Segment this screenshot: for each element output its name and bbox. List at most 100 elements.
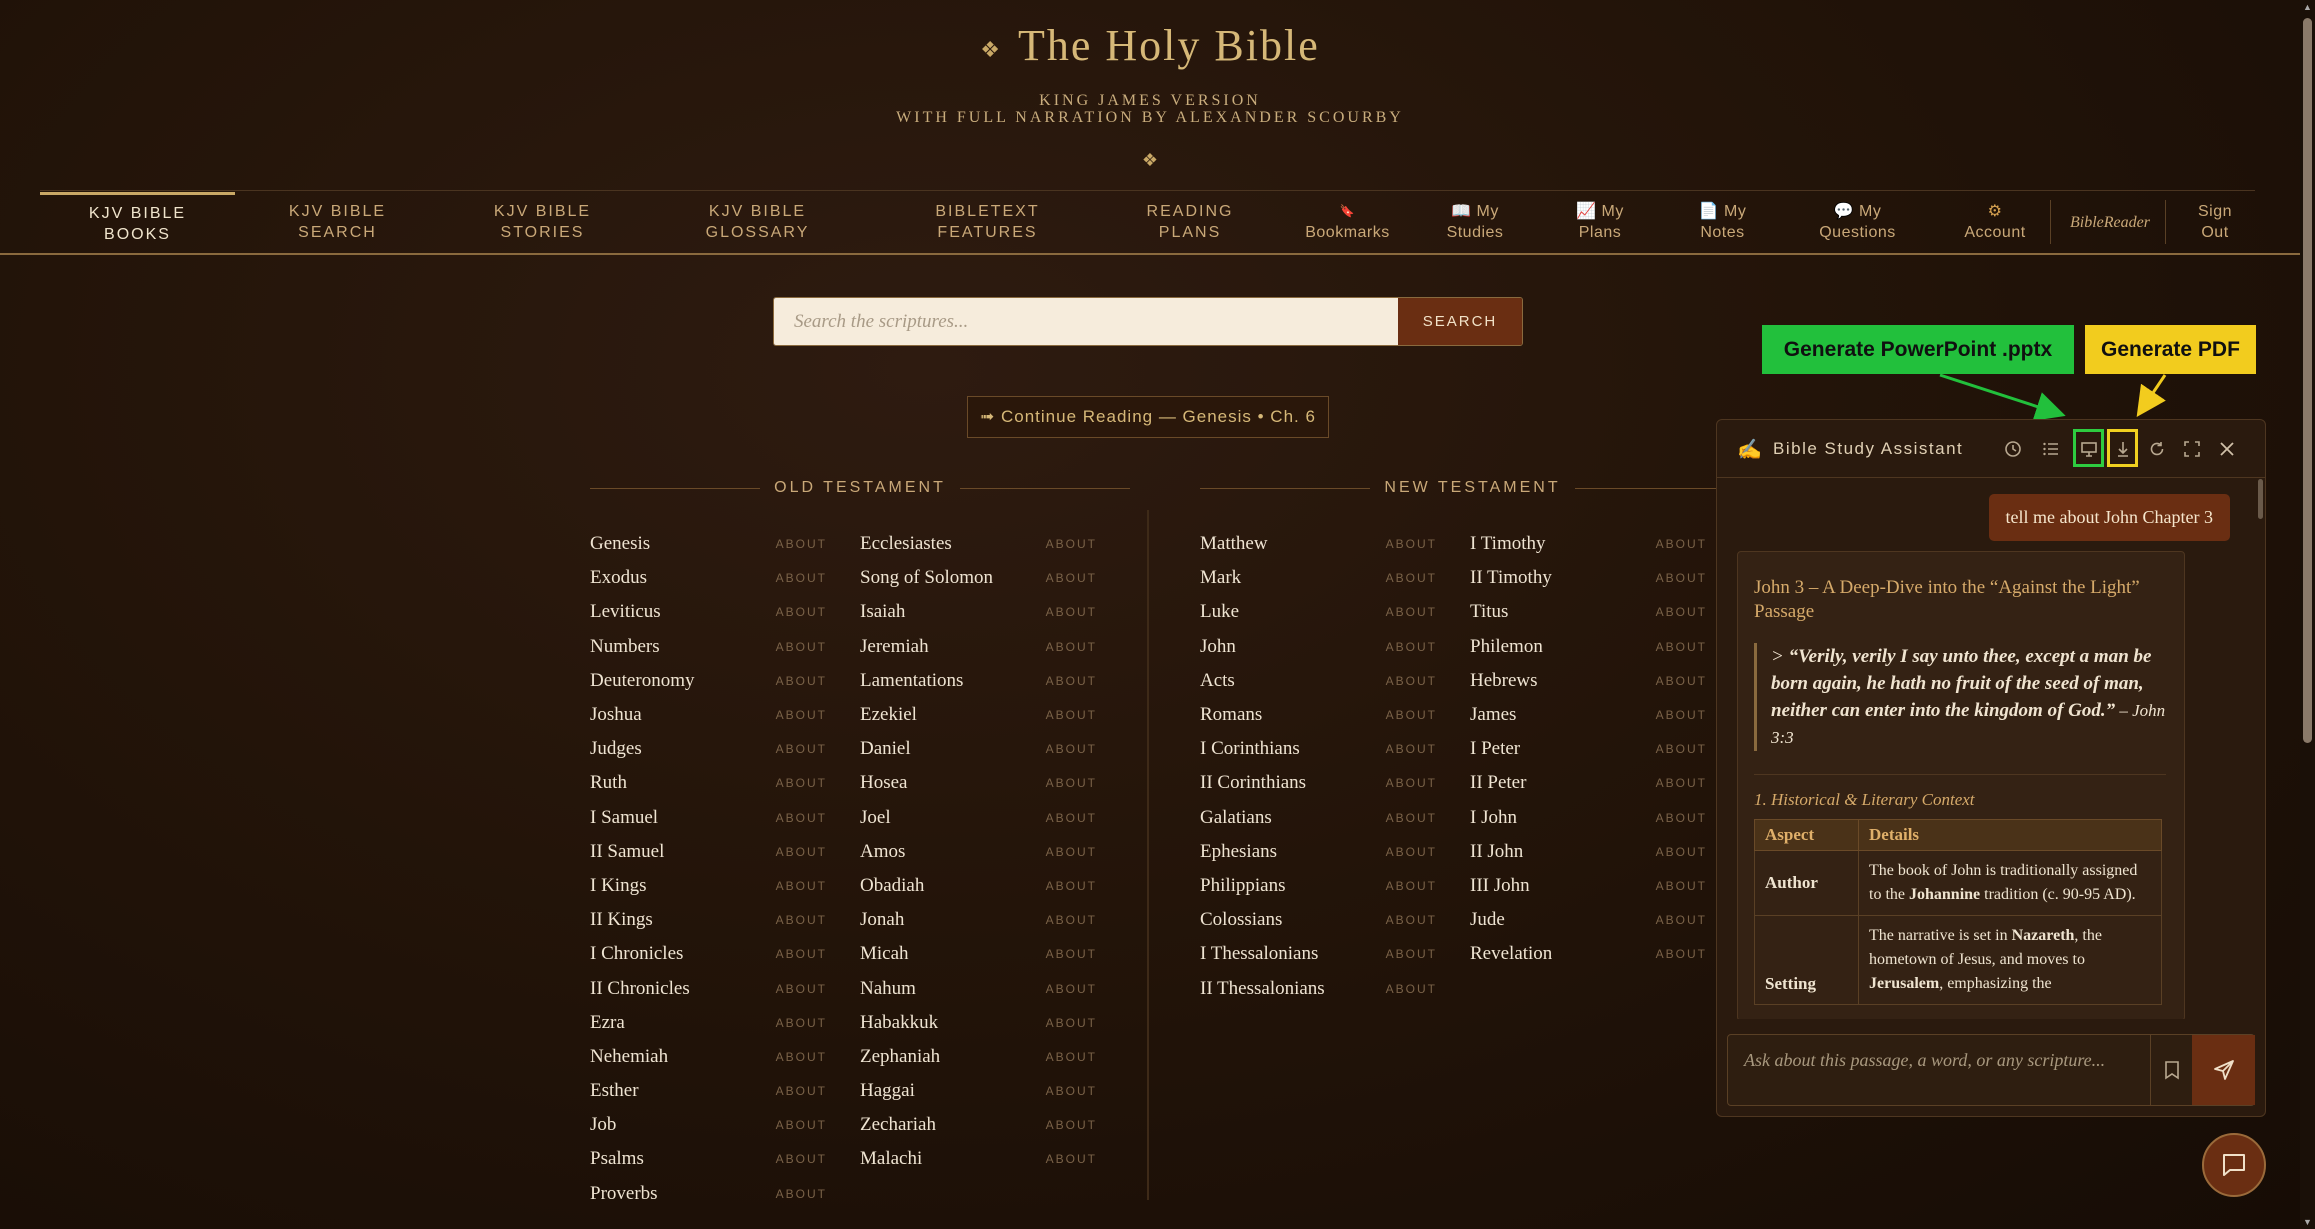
book-name-link[interactable]: II Kings (590, 909, 653, 931)
book-item[interactable]: Genesis ABOUT (590, 527, 827, 561)
about-link[interactable]: ABOUT (1656, 674, 1707, 688)
book-item[interactable]: Zechariah ABOUT (860, 1108, 1097, 1142)
book-item[interactable]: III John ABOUT (1470, 869, 1707, 903)
about-link[interactable]: ABOUT (1656, 845, 1707, 859)
about-link[interactable]: ABOUT (1046, 1118, 1097, 1132)
about-link[interactable]: ABOUT (1046, 845, 1097, 859)
book-item[interactable]: II Thessalonians ABOUT (1200, 971, 1437, 1005)
about-link[interactable]: ABOUT (1656, 947, 1707, 961)
book-item[interactable]: Jonah ABOUT (860, 903, 1097, 937)
book-name-link[interactable]: Ecclesiastes (860, 533, 952, 555)
book-item[interactable]: Romans ABOUT (1200, 698, 1437, 732)
about-link[interactable]: ABOUT (1046, 879, 1097, 893)
book-name-link[interactable]: II Timothy (1470, 567, 1552, 589)
book-name-link[interactable]: Zephaniah (860, 1046, 940, 1068)
book-item[interactable]: Acts ABOUT (1200, 664, 1437, 698)
book-name-link[interactable]: I Thessalonians (1200, 943, 1318, 965)
book-item[interactable]: Philemon ABOUT (1470, 630, 1707, 664)
book-name-link[interactable]: Titus (1470, 601, 1508, 623)
nav-bibletext-features[interactable]: BIBLETEXT FEATURES (890, 192, 1085, 252)
book-item[interactable]: II John ABOUT (1470, 835, 1707, 869)
book-item[interactable]: Hosea ABOUT (860, 766, 1097, 800)
book-name-link[interactable]: Proverbs (590, 1183, 658, 1205)
book-item[interactable]: Philippians ABOUT (1200, 869, 1437, 903)
nav-my-plans[interactable]: 📈 My Plans (1550, 192, 1650, 252)
book-item[interactable]: I Corinthians ABOUT (1200, 732, 1437, 766)
book-item[interactable]: Lamentations ABOUT (860, 664, 1097, 698)
book-name-link[interactable]: I Peter (1470, 738, 1520, 760)
about-link[interactable]: ABOUT (1046, 605, 1097, 619)
expand-icon[interactable] (2180, 437, 2204, 461)
book-item[interactable]: I Timothy ABOUT (1470, 527, 1707, 561)
book-item[interactable]: Habakkuk ABOUT (860, 1006, 1097, 1040)
book-name-link[interactable]: Esther (590, 1080, 639, 1102)
book-name-link[interactable]: Psalms (590, 1148, 644, 1170)
close-icon[interactable] (2215, 437, 2239, 461)
about-link[interactable]: ABOUT (1386, 708, 1437, 722)
book-item[interactable]: I Kings ABOUT (590, 869, 827, 903)
book-name-link[interactable]: Acts (1200, 670, 1235, 692)
about-link[interactable]: ABOUT (1046, 571, 1097, 585)
book-name-link[interactable]: Jonah (860, 909, 904, 931)
book-item[interactable]: Colossians ABOUT (1200, 903, 1437, 937)
book-name-link[interactable]: II Corinthians (1200, 772, 1306, 794)
book-name-link[interactable]: I Samuel (590, 807, 658, 829)
continue-reading-button[interactable]: ➟ Continue Reading — Genesis • Ch. 6 (967, 396, 1329, 438)
book-item[interactable]: Job ABOUT (590, 1108, 827, 1142)
book-name-link[interactable]: Amos (860, 841, 905, 863)
about-link[interactable]: ABOUT (776, 1016, 827, 1030)
about-link[interactable]: ABOUT (1046, 708, 1097, 722)
book-name-link[interactable]: Jeremiah (860, 636, 929, 658)
book-item[interactable]: I Samuel ABOUT (590, 801, 827, 835)
book-item[interactable]: II Peter ABOUT (1470, 766, 1707, 800)
book-name-link[interactable]: Revelation (1470, 943, 1552, 965)
about-link[interactable]: ABOUT (776, 1084, 827, 1098)
about-link[interactable]: ABOUT (776, 708, 827, 722)
book-name-link[interactable]: I Chronicles (590, 943, 683, 965)
about-link[interactable]: ABOUT (1656, 640, 1707, 654)
nav-kjv-bible-glossary[interactable]: KJV BIBLE GLOSSARY (665, 192, 850, 252)
book-item[interactable]: II Corinthians ABOUT (1200, 766, 1437, 800)
book-name-link[interactable]: II Chronicles (590, 978, 690, 1000)
book-item[interactable]: I Thessalonians ABOUT (1200, 937, 1437, 971)
book-name-link[interactable]: Ephesians (1200, 841, 1277, 863)
about-link[interactable]: ABOUT (776, 776, 827, 790)
book-name-link[interactable]: I Corinthians (1200, 738, 1300, 760)
book-name-link[interactable]: Numbers (590, 636, 660, 658)
book-item[interactable]: Haggai ABOUT (860, 1074, 1097, 1108)
book-name-link[interactable]: Ezekiel (860, 704, 917, 726)
about-link[interactable]: ABOUT (776, 913, 827, 927)
chat-toggle-button[interactable] (2202, 1133, 2266, 1197)
book-name-link[interactable]: I Timothy (1470, 533, 1546, 555)
nav-kjv-bible-stories[interactable]: KJV BIBLE STORIES (455, 192, 630, 252)
book-item[interactable]: Malachi ABOUT (860, 1142, 1097, 1176)
book-name-link[interactable]: Genesis (590, 533, 650, 555)
book-item[interactable]: II Samuel ABOUT (590, 835, 827, 869)
nav-kjv-bible-books[interactable]: KJV BIBLE BOOKS (40, 192, 235, 252)
book-item[interactable]: James ABOUT (1470, 698, 1707, 732)
book-item[interactable]: Nehemiah ABOUT (590, 1040, 827, 1074)
book-name-link[interactable]: Philippians (1200, 875, 1286, 897)
book-name-link[interactable]: Malachi (860, 1148, 922, 1170)
about-link[interactable]: ABOUT (776, 947, 827, 961)
book-item[interactable]: II Timothy ABOUT (1470, 561, 1707, 595)
about-link[interactable]: ABOUT (1656, 742, 1707, 756)
about-link[interactable]: ABOUT (1046, 537, 1097, 551)
book-name-link[interactable]: Joel (860, 807, 891, 829)
nav-biblereader[interactable]: BibleReader (2060, 192, 2160, 252)
book-item[interactable]: Proverbs ABOUT (590, 1177, 827, 1211)
book-name-link[interactable]: Deuteronomy (590, 670, 694, 692)
book-item[interactable]: Numbers ABOUT (590, 630, 827, 664)
book-name-link[interactable]: Exodus (590, 567, 647, 589)
book-name-link[interactable]: John (1200, 636, 1236, 658)
book-name-link[interactable]: Micah (860, 943, 909, 965)
book-name-link[interactable]: I John (1470, 807, 1517, 829)
about-link[interactable]: ABOUT (1656, 913, 1707, 927)
about-link[interactable]: ABOUT (776, 1050, 827, 1064)
about-link[interactable]: ABOUT (1046, 1050, 1097, 1064)
book-name-link[interactable]: Zechariah (860, 1114, 936, 1136)
about-link[interactable]: ABOUT (1046, 742, 1097, 756)
save-bookmark-button[interactable] (2150, 1035, 2192, 1105)
book-name-link[interactable]: II Thessalonians (1200, 978, 1325, 1000)
nav-my-studies[interactable]: 📖 My Studies (1425, 192, 1525, 252)
